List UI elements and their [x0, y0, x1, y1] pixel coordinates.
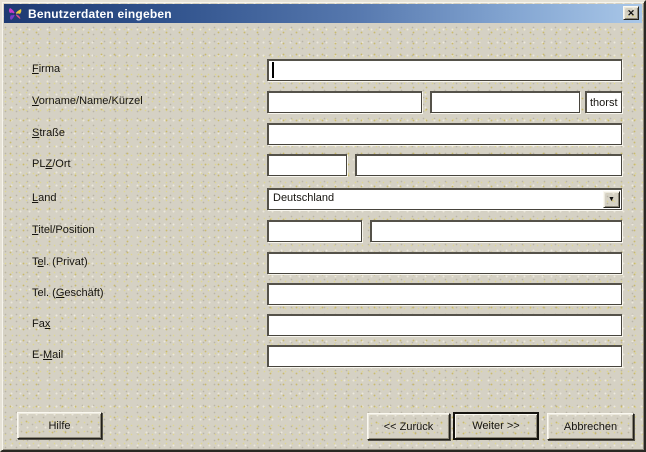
label-tel-geschaeft: Tel. (Geschäft) [32, 287, 104, 299]
cancel-button[interactable]: Abbrechen [547, 413, 634, 440]
email-input[interactable] [267, 345, 622, 367]
app-butterfly-icon [8, 7, 23, 21]
position-input[interactable] [370, 220, 622, 242]
label-fax: Fax [32, 318, 50, 330]
vorname-input[interactable] [267, 91, 422, 113]
label-firma: Firma [32, 63, 60, 75]
firma-input[interactable] [267, 59, 622, 81]
text-caret [272, 62, 274, 78]
label-tel-privat: Tel. (Privat) [32, 256, 88, 268]
label-plz-ort: PLZ/Ort [32, 158, 71, 170]
land-combobox[interactable]: Deutschland ▼ [267, 188, 622, 210]
tel-privat-input[interactable] [267, 252, 622, 274]
title-bar[interactable]: Benutzerdaten eingeben ✕ [4, 4, 642, 23]
label-land: Land [32, 192, 56, 204]
land-selected-value: Deutschland [273, 192, 334, 204]
user-data-dialog: Benutzerdaten eingeben ✕ Firma Vorname/N… [0, 0, 646, 452]
label-email: E-Mail [32, 349, 63, 361]
close-icon: ✕ [627, 8, 635, 18]
window-title: Benutzerdaten eingeben [28, 7, 172, 21]
help-button[interactable]: Hilfe [17, 412, 102, 439]
land-dropdown-button[interactable]: ▼ [603, 191, 620, 208]
next-button[interactable]: Weiter >> [453, 412, 539, 440]
chevron-down-icon: ▼ [608, 196, 615, 203]
close-button[interactable]: ✕ [623, 6, 639, 20]
label-titel-position: Titel/Position [32, 224, 95, 236]
tel-geschaeft-input[interactable] [267, 283, 622, 305]
ort-input[interactable] [355, 154, 622, 176]
strasse-input[interactable] [267, 123, 622, 145]
fax-input[interactable] [267, 314, 622, 336]
label-vorname-name-kuerzel: Vorname/Name/Kürzel [32, 95, 143, 107]
back-button[interactable]: << Zurück [367, 413, 450, 440]
name-input[interactable] [430, 91, 580, 113]
kuerzel-input[interactable] [585, 91, 622, 113]
plz-input[interactable] [267, 154, 347, 176]
label-strasse: Straße [32, 127, 65, 139]
titel-input[interactable] [267, 220, 362, 242]
